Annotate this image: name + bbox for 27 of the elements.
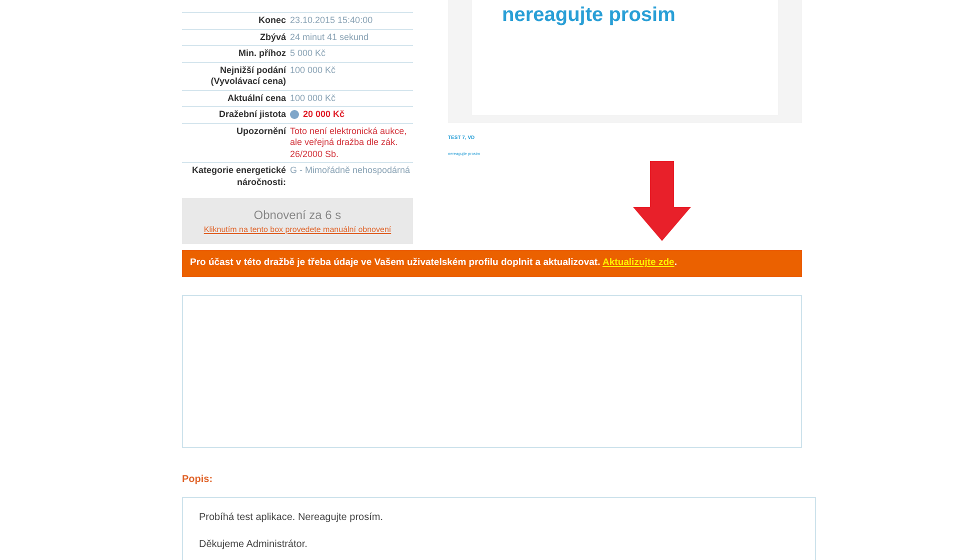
detail-value: Toto není elektronická aukce, ale veřejná dražba dle zák. 26/2000 Sb. xyxy=(290,126,407,158)
refresh-countdown: Obnovení za 6 s xyxy=(254,207,342,224)
detail-value: 100 000 Kč xyxy=(290,64,336,74)
description-heading: Popis: xyxy=(182,473,214,487)
description-text: Děkujeme Administrátor. xyxy=(199,538,308,552)
detail-label: Upozornění xyxy=(236,126,288,138)
down-arrow-icon xyxy=(633,160,691,240)
detail-value: 20 000 Kč xyxy=(303,109,345,120)
detail-label: Kategorie energetické náročnosti: xyxy=(190,165,287,188)
detail-label: Dražební jistota xyxy=(218,109,287,120)
refresh-box[interactable]: Obnovení za 6 s Kliknutím na tento box provedete manuální obnovení xyxy=(182,198,413,244)
detail-label: Konec xyxy=(257,15,287,26)
detail-value: 24 minut 41 sekund xyxy=(290,32,369,42)
detail-value: 100 000 Kč xyxy=(290,92,336,102)
info-icon xyxy=(290,110,299,120)
manual-refresh-link[interactable]: Kliknutím na tento box provedete manuální obnovení xyxy=(204,224,392,236)
detail-value: 23.10.2015 15:40:00 xyxy=(290,15,373,25)
detail-label: Nejnižší podání (Vyvolávací cena) xyxy=(210,64,288,88)
detail-value: G - Mimořádně nehospodárná xyxy=(290,165,410,175)
preview-heading: nereagujte prosim xyxy=(502,3,676,28)
notice-text: Pro účast v této dražbě je třeba údaje ve Vašem uživatelském profilu doplnit a aktualizovat. Aktualizujte zde. xyxy=(190,256,677,270)
detail-label: Zbývá xyxy=(258,32,287,43)
detail-label: Min. příhoz xyxy=(238,48,287,60)
detail-value: 5 000 Kč xyxy=(290,48,326,58)
detail-label: Aktuální cena xyxy=(226,92,287,104)
update-link[interactable]: Aktualizujte zde xyxy=(602,257,674,268)
description-text: Probíhá test aplikace. Nereagujte prosím. xyxy=(199,511,384,525)
